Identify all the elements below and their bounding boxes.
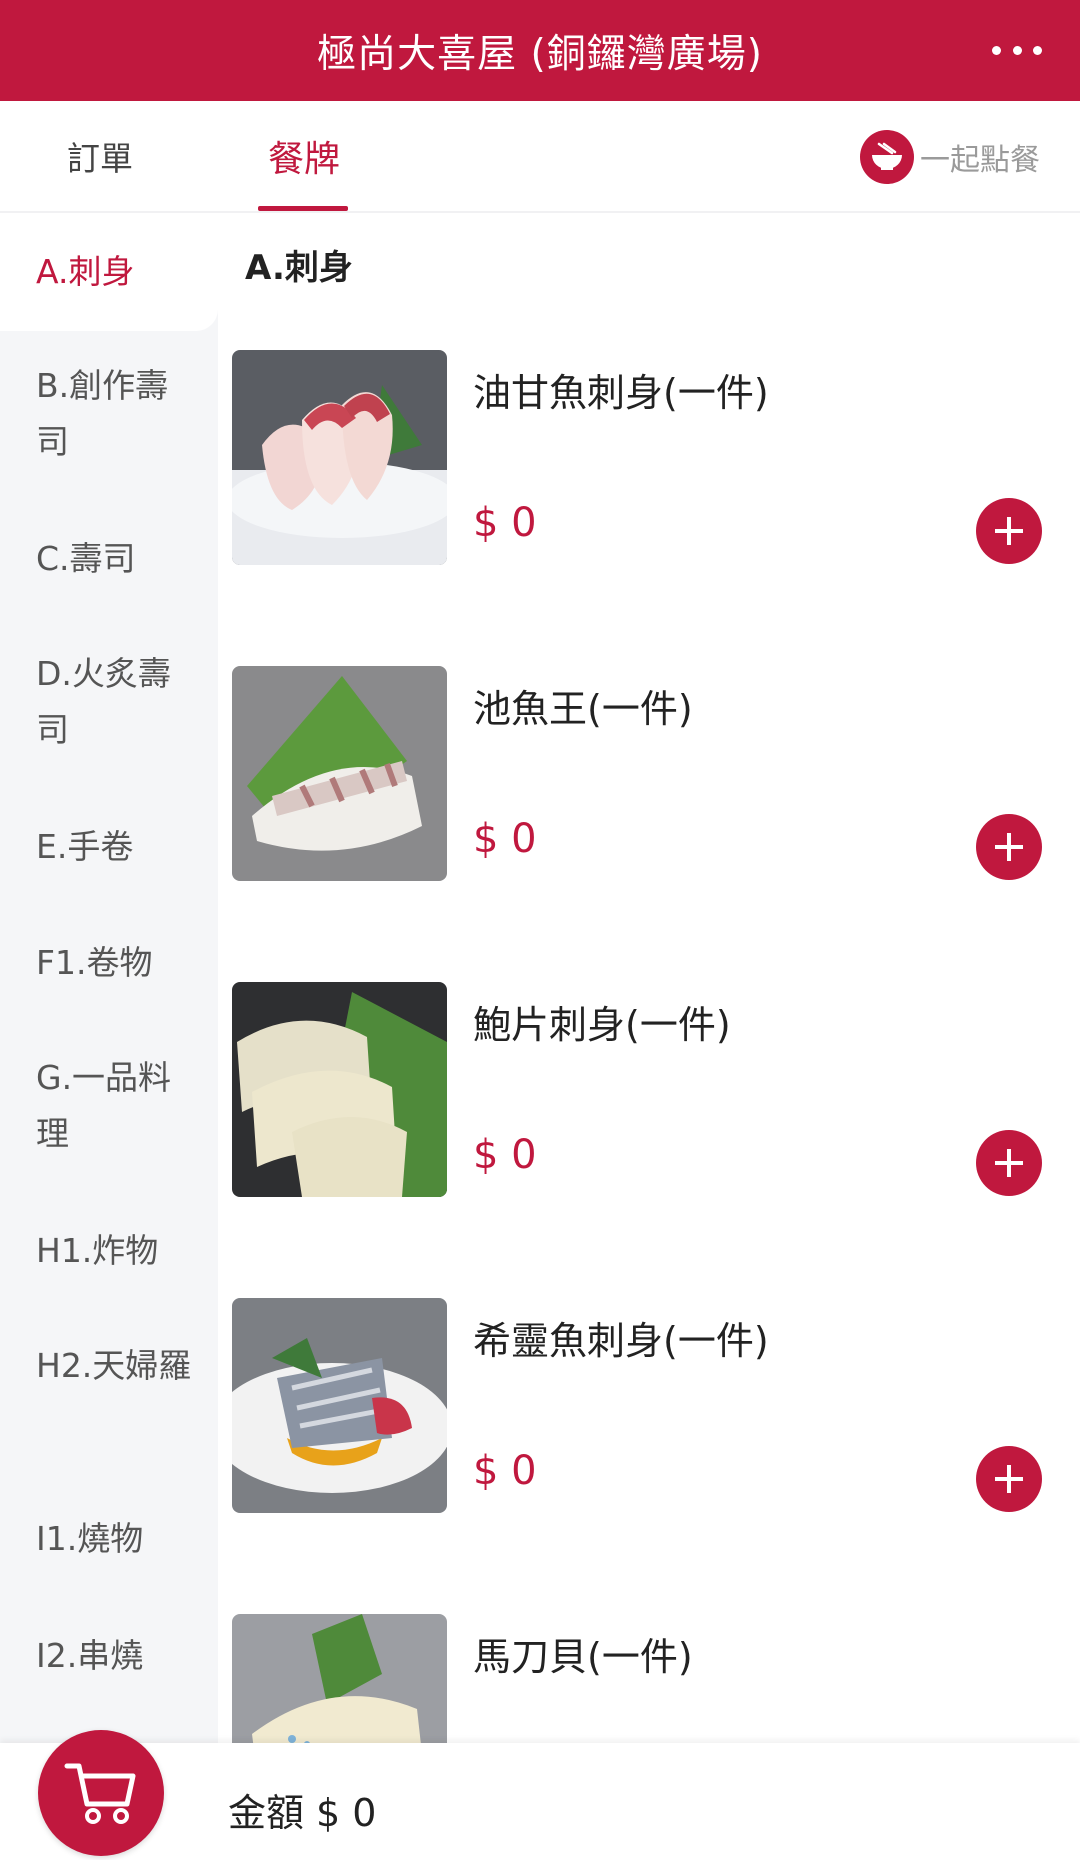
- sidebar-item-label: H1.炸物: [36, 1231, 159, 1270]
- sidebar-item-h2[interactable]: H2.天婦羅: [0, 1338, 200, 1394]
- item-name: 馬刀貝(一件): [473, 1635, 693, 1679]
- item-photo: [232, 982, 447, 1197]
- add-to-cart-button[interactable]: [976, 814, 1042, 880]
- total-label: 金額: [228, 1791, 305, 1835]
- sidebar-item-d[interactable]: D.火炙壽司: [0, 646, 190, 758]
- sidebar-item-label: I1.燒物: [36, 1519, 144, 1558]
- sidebar-item-label: G.一品料理: [36, 1058, 172, 1153]
- more-icon[interactable]: [992, 32, 1042, 68]
- item-price: $ 0: [473, 1448, 537, 1494]
- item-name: 希靈魚刺身(一件): [473, 1319, 769, 1363]
- sidebar-item-label: F1.卷物: [36, 943, 153, 982]
- sidebar-item-label: E.手卷: [36, 827, 134, 866]
- plus-icon: [995, 1465, 1023, 1493]
- group-order-label: 一起點餐: [920, 143, 1040, 178]
- sidebar-item-h1[interactable]: H1.炸物: [0, 1223, 218, 1279]
- plus-icon: [995, 1149, 1023, 1177]
- plus-icon: [995, 833, 1023, 861]
- sidebar-item-label: D.火炙壽司: [36, 654, 171, 749]
- group-order-button[interactable]: 一起點餐: [860, 129, 1040, 185]
- sidebar-item-a[interactable]: A.刺身: [0, 213, 218, 331]
- sidebar-item-f1[interactable]: F1.卷物: [0, 935, 218, 991]
- sidebar-corner: [0, 331, 218, 361]
- menu-item[interactable]: 馬刀貝(一件): [232, 1614, 1052, 1743]
- menu-item[interactable]: 池魚王(一件) $ 0: [232, 666, 1052, 882]
- sidebar-item-i2[interactable]: I2.串燒: [0, 1628, 218, 1684]
- sidebar-item-c[interactable]: C.壽司: [0, 531, 218, 587]
- app: 極尚大喜屋 (銅鑼灣廣場) 訂單 餐牌 一起點餐 A.刺身 B.創作壽司 C.壽…: [0, 0, 1080, 1860]
- add-to-cart-button[interactable]: [976, 1446, 1042, 1512]
- restaurant-title: 極尚大喜屋 (銅鑼灣廣場): [317, 31, 763, 77]
- sidebar-item-label: B.創作壽司: [36, 366, 169, 461]
- item-photo: [232, 1298, 447, 1513]
- tab-menu[interactable]: 餐牌: [258, 101, 350, 211]
- menu-item[interactable]: 鮑片刺身(一件) $ 0: [232, 982, 1052, 1198]
- section-title: A.刺身: [245, 248, 353, 288]
- sidebar-item-label: C.壽司: [36, 539, 136, 578]
- order-total: 金額 $ 0: [228, 1782, 376, 1837]
- tab-bar: 訂單 餐牌 一起點餐: [0, 101, 1080, 213]
- menu-item[interactable]: 油甘魚刺身(一件) $ 0: [232, 350, 1052, 566]
- sidebar-item-label: H2.天婦羅: [36, 1346, 192, 1385]
- add-to-cart-button[interactable]: [976, 498, 1042, 564]
- menu-item[interactable]: 希靈魚刺身(一件) $ 0: [232, 1298, 1052, 1514]
- category-sidebar: A.刺身 B.創作壽司 C.壽司 D.火炙壽司 E.手卷 F1.卷物 G.一品料…: [0, 213, 218, 1743]
- item-price: $ 0: [473, 816, 537, 862]
- item-price: $ 0: [473, 500, 537, 546]
- header-bar: 極尚大喜屋 (銅鑼灣廣場): [0, 0, 1080, 101]
- tab-orders[interactable]: 訂單: [40, 101, 160, 211]
- item-price: $ 0: [473, 1132, 537, 1178]
- sidebar-item-label: A.刺身: [36, 252, 135, 291]
- sidebar-item-e[interactable]: E.手卷: [0, 819, 218, 875]
- sidebar-item-g[interactable]: G.一品料理: [0, 1050, 190, 1162]
- sidebar-item-b[interactable]: B.創作壽司: [0, 358, 190, 470]
- plus-icon: [995, 517, 1023, 545]
- bowl-icon: [860, 130, 914, 184]
- item-name: 鮑片刺身(一件): [473, 1003, 731, 1047]
- item-photo: [232, 666, 447, 881]
- item-name: 池魚王(一件): [473, 687, 693, 731]
- total-value: $ 0: [316, 1791, 377, 1835]
- sidebar-item-label: I2.串燒: [36, 1636, 144, 1675]
- cart-icon: [64, 1763, 136, 1824]
- item-photo: [232, 350, 447, 565]
- add-to-cart-button[interactable]: [976, 1130, 1042, 1196]
- item-name: 油甘魚刺身(一件): [473, 371, 769, 415]
- sidebar-item-i1[interactable]: I1.燒物: [0, 1511, 218, 1567]
- active-tab-indicator: [258, 206, 348, 211]
- item-photo: [232, 1614, 447, 1743]
- cart-button[interactable]: [38, 1730, 164, 1856]
